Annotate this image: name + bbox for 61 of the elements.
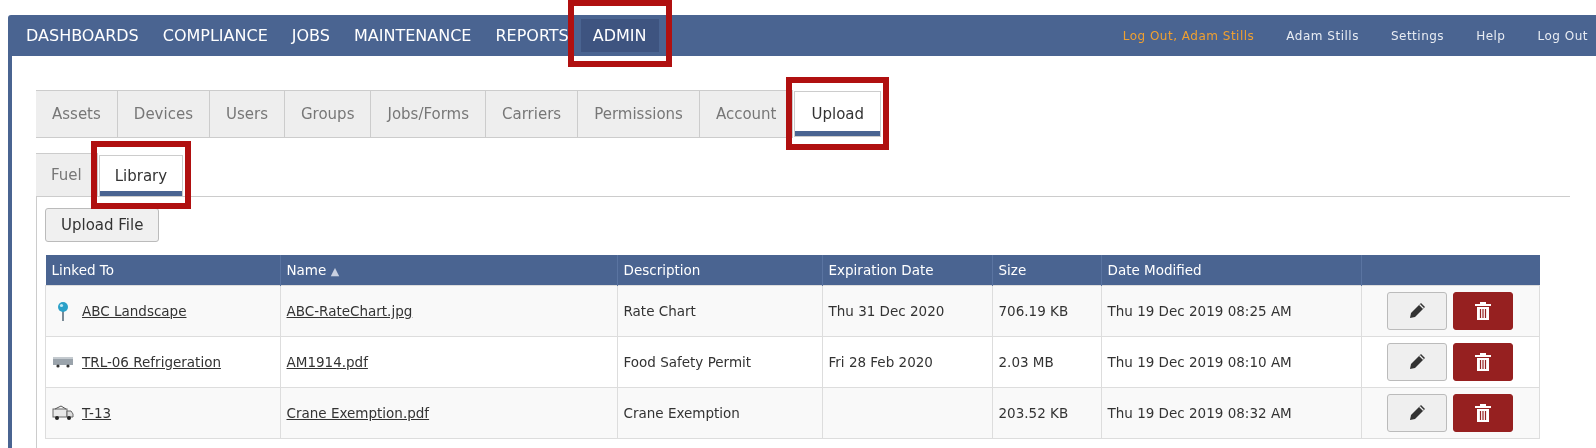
- nav-item[interactable]: JOBS: [279, 19, 342, 52]
- header-link[interactable]: Settings: [1358, 19, 1445, 52]
- tab[interactable]: Account: [699, 90, 794, 138]
- edit-button[interactable]: [1387, 343, 1448, 381]
- tab[interactable]: Devices: [117, 90, 210, 138]
- delete-button[interactable]: [1453, 292, 1514, 330]
- file-name-link[interactable]: Crane Exemption.pdf: [286, 405, 430, 421]
- header-link[interactable]: Log Out: [1505, 19, 1596, 52]
- edit-button[interactable]: [1387, 292, 1448, 330]
- file-name-link[interactable]: AM1914.pdf: [286, 354, 368, 370]
- column-header[interactable]: Description: [617, 255, 822, 286]
- header-link[interactable]: Help: [1444, 19, 1506, 52]
- edit-button[interactable]: [1387, 394, 1448, 432]
- pencil-icon: [1407, 403, 1428, 423]
- tab[interactable]: Carriers: [486, 90, 579, 138]
- file-name-link[interactable]: ABC-RateChart.jpg: [286, 303, 413, 319]
- tab[interactable]: Upload: [794, 91, 882, 137]
- column-header[interactable]: Date Modified: [1101, 255, 1361, 286]
- tab[interactable]: Permissions: [578, 90, 700, 138]
- table-cell: Thu 19 Dec 2019 08:32 AM: [1107, 405, 1292, 421]
- trash-icon: [1474, 403, 1493, 423]
- tab[interactable]: Groups: [284, 90, 372, 138]
- tab[interactable]: Library: [98, 155, 184, 197]
- upload-file-button[interactable]: Upload File: [45, 208, 160, 242]
- column-header[interactable]: Expiration Date: [822, 255, 992, 286]
- nav-item[interactable]: ADMIN: [580, 19, 659, 52]
- delete-button[interactable]: [1453, 394, 1514, 432]
- column-header[interactable]: Size: [992, 255, 1101, 286]
- table-cell: 706.19 KB: [998, 303, 1069, 319]
- nav-item[interactable]: DASHBOARDS: [14, 19, 151, 52]
- table-cell: 203.52 KB: [998, 405, 1069, 421]
- trash-icon: [1474, 301, 1493, 321]
- truck-icon: [52, 405, 74, 421]
- linked-asset-link[interactable]: T-13: [82, 405, 112, 421]
- header-link[interactable]: Adam Stills: [1254, 19, 1359, 52]
- table-cell: Food Safety Permit: [623, 354, 752, 370]
- table-cell: Thu 19 Dec 2019 08:10 AM: [1107, 354, 1292, 370]
- pencil-icon: [1407, 301, 1428, 321]
- trash-icon: [1474, 352, 1493, 372]
- table-cell: 2.03 MB: [998, 354, 1054, 370]
- table-cell: Thu 19 Dec 2019 08:25 AM: [1107, 303, 1292, 319]
- table-cell: Crane Exemption: [623, 405, 740, 421]
- nav-item[interactable]: MAINTENANCE: [341, 19, 484, 52]
- nav-item[interactable]: COMPLIANCE: [150, 19, 280, 52]
- tab[interactable]: Fuel: [36, 153, 98, 197]
- trailer-icon: [52, 356, 74, 368]
- table-cell: Rate Chart: [623, 303, 696, 319]
- column-header[interactable]: Linked To: [45, 255, 280, 286]
- pencil-icon: [1407, 352, 1428, 372]
- delete-button[interactable]: [1453, 343, 1514, 381]
- tab[interactable]: Jobs/Forms: [371, 90, 487, 138]
- linked-asset-link[interactable]: TRL-06 Refrigeration: [82, 354, 221, 370]
- linked-asset-link[interactable]: ABC Landscape: [82, 303, 187, 319]
- tab[interactable]: Users: [209, 90, 285, 138]
- sort-arrow-icon: ▲: [330, 265, 340, 278]
- table-cell: Thu 31 Dec 2020: [828, 303, 945, 319]
- table-cell: Fri 28 Feb 2020: [828, 354, 933, 370]
- pin-icon: [57, 301, 69, 321]
- tab[interactable]: Assets: [36, 90, 118, 138]
- nav-item[interactable]: REPORTS: [483, 19, 581, 52]
- column-header[interactable]: Name ▲: [280, 255, 617, 286]
